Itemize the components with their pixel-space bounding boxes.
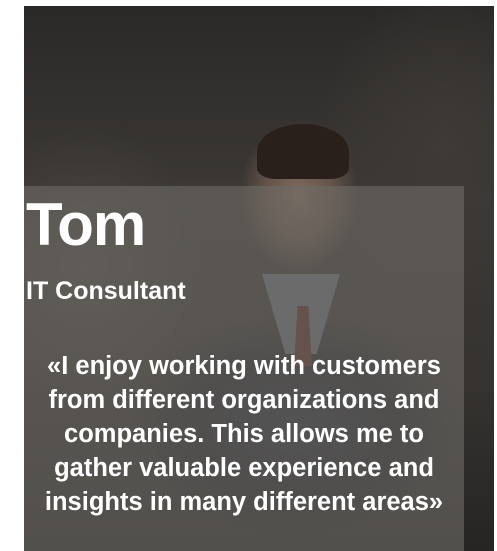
profile-quote: «I enjoy working with customers from dif… xyxy=(44,352,444,516)
photo-hair xyxy=(257,124,349,179)
profile-role: IT Consultant xyxy=(26,277,186,305)
profile-name: Tom xyxy=(26,191,146,258)
profile-card: Tom IT Consultant «I enjoy working with … xyxy=(24,6,494,551)
